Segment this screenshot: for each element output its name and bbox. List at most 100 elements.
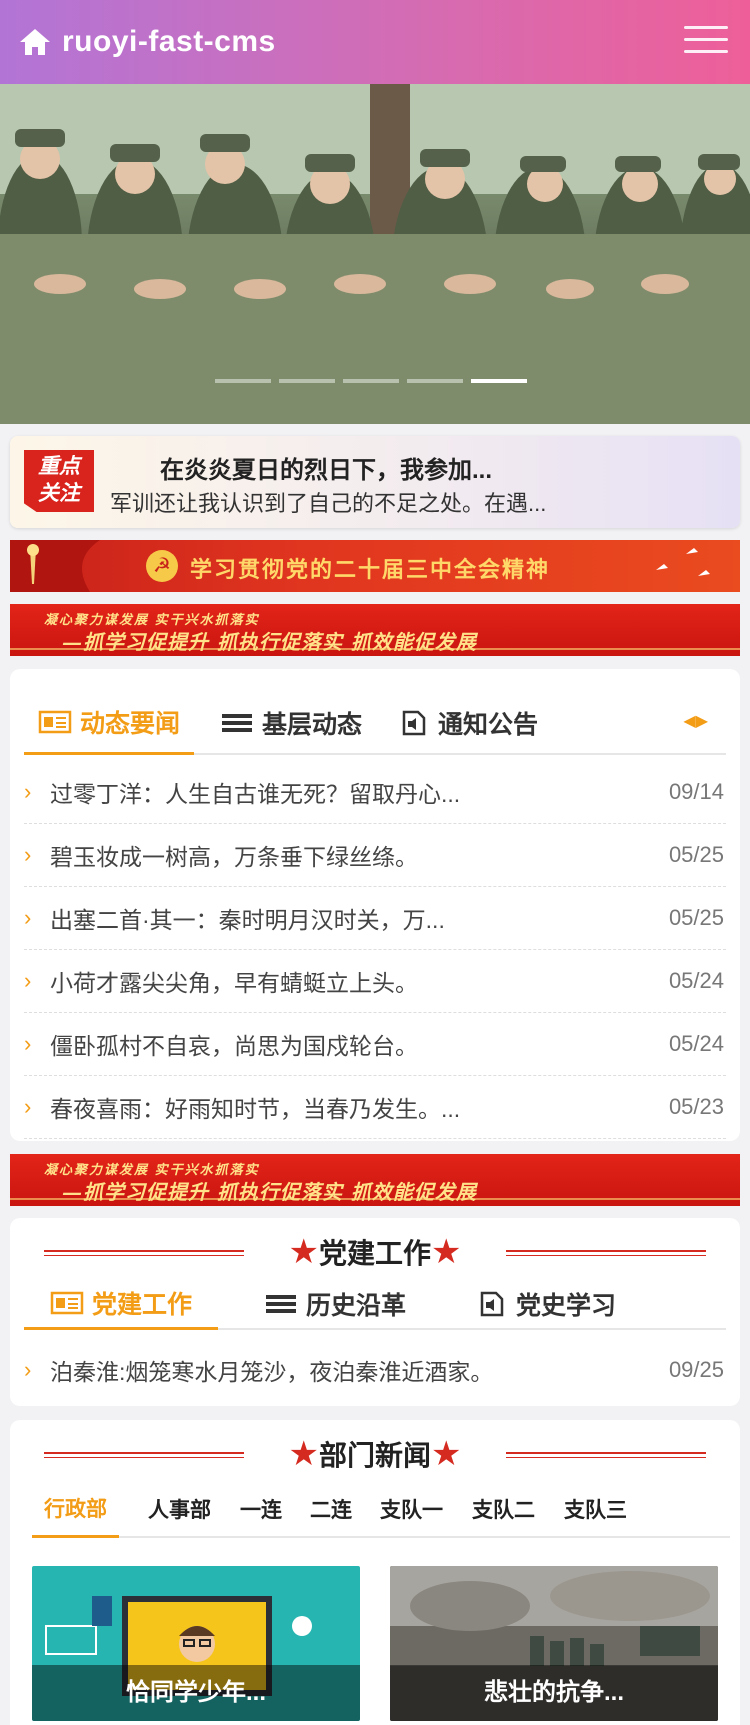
announcement-icon <box>480 1291 504 1317</box>
chevron-right-icon: › <box>24 968 32 993</box>
tab-hr-dept[interactable]: 人事部 <box>148 1480 211 1538</box>
tab-detachment-3[interactable]: 支队三 <box>564 1480 627 1538</box>
news-date: 05/25 <box>668 842 724 867</box>
doves-graphic <box>656 548 710 576</box>
star-icon: ★ <box>288 1233 319 1271</box>
hamburger-menu-icon[interactable] <box>684 26 728 56</box>
tab-notices[interactable]: 通知公告 <box>396 691 538 755</box>
section-title-text: 党建工作 <box>318 1238 431 1269</box>
section-title: ★党建工作★ <box>10 1232 740 1272</box>
news-row[interactable]: › 僵卧孤村不自哀，尚思为国戍轮台。 05/24 <box>24 1013 726 1076</box>
slogan-bottom: —抓学习促提升 抓执行促落实 抓效能促发展 <box>62 630 477 654</box>
tab-detachment-2[interactable]: 支队二 <box>472 1480 535 1538</box>
news-date: 09/25 <box>668 1356 724 1382</box>
tab-label: 基层动态 <box>262 711 363 739</box>
tab-company-2[interactable]: 二连 <box>310 1480 352 1538</box>
news-row[interactable]: › 春夜喜雨：好雨知时节，当春乃发生。... 05/23 <box>24 1076 726 1139</box>
party-emblem-icon: ☭ <box>146 550 178 582</box>
news-row[interactable]: › 出塞二首·其一：秦时明月汉时关，万... 05/25 <box>24 887 726 950</box>
home-icon[interactable] <box>18 27 52 57</box>
tab-party-building[interactable]: 党建工作 <box>24 1278 219 1330</box>
app-title[interactable]: ruoyi-fast-cms <box>62 25 276 59</box>
carousel-dot[interactable] <box>279 379 335 383</box>
tab-company-1[interactable]: 一连 <box>240 1480 282 1538</box>
slogan-banner[interactable]: 凝心聚力谋发展 实干兴水抓落实 —抓学习促提升 抓执行促落实 抓效能促发展 <box>10 604 740 656</box>
featured-title[interactable]: 在炎炎夏日的烈日下，我参加... <box>160 450 492 485</box>
slogan-banner-2[interactable]: 凝心聚力谋发展 实干兴水抓落实 —抓学习促提升 抓执行促落实 抓效能促发展 <box>10 1154 740 1206</box>
tab-label: 历史沿革 <box>306 1292 407 1320</box>
chevron-right-icon: › <box>24 842 32 867</box>
department-tabs: 行政部 人事部 一连 二连 支队一 支队二 支队三 <box>32 1480 730 1538</box>
chevron-right-icon: › <box>24 779 32 804</box>
department-news-panel: ★部门新闻★ 行政部 人事部 一连 二连 支队一 支队二 支队三 恰同学少年..… <box>10 1420 740 1725</box>
list-icon <box>222 714 252 732</box>
hero-carousel[interactable] <box>0 84 750 424</box>
tab-dynamic-news[interactable]: 动态要闻 <box>24 691 195 755</box>
dept-news-card[interactable]: 悲壮的抗争... <box>390 1566 718 1721</box>
party-tabs: 党建工作 历史沿革 党史学习 <box>24 1278 726 1330</box>
chevron-right-icon: › <box>24 905 32 930</box>
featured-badge: 重点 关注 <box>24 450 94 512</box>
star-icon: ★ <box>431 1435 462 1473</box>
chevron-right-icon: › <box>24 1031 32 1056</box>
tab-scroll-arrows[interactable]: ◀▶ <box>683 711 708 731</box>
news-title[interactable]: 小荷才露尖尖角，早有蜻蜓立上头。 <box>50 964 669 998</box>
flag-torch-graphic <box>10 540 100 592</box>
news-date: 05/24 <box>668 968 724 993</box>
news-list: › 过零丁洋：人生自古谁无死？留取丹心... 09/14 › 碧玉妆成一树高，万… <box>24 761 726 1139</box>
chevron-right-icon: › <box>24 1094 32 1119</box>
tab-admin-dept[interactable]: 行政部 <box>32 1480 119 1538</box>
news-title[interactable]: 泊秦淮:烟笼寒水月笼沙，夜泊秦淮近酒家。 <box>50 1353 669 1387</box>
news-date: 09/14 <box>668 779 724 804</box>
carousel-dot[interactable] <box>215 379 271 383</box>
tab-history[interactable]: 历史沿革 <box>264 1278 406 1330</box>
tab-label: 党史学习 <box>516 1292 617 1320</box>
news-title[interactable]: 出塞二首·其一：秦时明月汉时关，万... <box>50 901 669 935</box>
party-spirit-banner[interactable]: ☭ 学习贯彻党的二十届三中全会精神 <box>10 540 740 592</box>
card-caption: 悲壮的抗争... <box>390 1665 718 1721</box>
news-title[interactable]: 僵卧孤村不自哀，尚思为国戍轮台。 <box>50 1027 669 1061</box>
party-building-panel: ★党建工作★ 党建工作 历史沿革 党史学习 › 泊秦淮:烟笼寒水月笼沙，夜泊秦淮… <box>10 1218 740 1406</box>
chevron-right-icon: › <box>24 1356 32 1382</box>
tab-label: 动态要闻 <box>80 709 181 738</box>
news-title[interactable]: 春夜喜雨：好雨知时节，当春乃发生。... <box>50 1090 669 1124</box>
section-title: ★部门新闻★ <box>10 1434 740 1474</box>
newspaper-icon <box>50 1291 84 1314</box>
news-row[interactable]: › 泊秦淮:烟笼寒水月笼沙，夜泊秦淮近酒家。 09/25 <box>24 1338 726 1401</box>
news-title[interactable]: 过零丁洋：人生自古谁无死？留取丹心... <box>50 775 669 809</box>
tab-grassroots-news[interactable]: 基层动态 <box>220 691 362 755</box>
featured-article-card[interactable]: 重点 关注 在炎炎夏日的烈日下，我参加... 军训还让我认识到了自己的不足之处。… <box>10 436 740 528</box>
news-row[interactable]: › 过零丁洋：人生自古谁无死？留取丹心... 09/14 <box>24 761 726 824</box>
carousel-dot[interactable] <box>343 379 399 383</box>
badge-line-1: 重点 <box>38 455 80 478</box>
news-date: 05/24 <box>668 1031 724 1056</box>
dept-news-card[interactable]: 恰同学少年... <box>32 1566 360 1721</box>
carousel-indicators[interactable] <box>215 379 527 383</box>
tab-party-history-study[interactable]: 党史学习 <box>474 1278 616 1330</box>
news-row[interactable]: › 小荷才露尖尖角，早有蜻蜓立上头。 05/24 <box>24 950 726 1013</box>
section-heading: ★党建工作★ <box>10 1226 740 1276</box>
announcement-icon <box>402 710 426 736</box>
badge-line-2: 关注 <box>38 482 80 505</box>
news-tabs: 动态要闻 基层动态 通知公告 ◀▶ <box>24 691 726 755</box>
tab-detachment-1[interactable]: 支队一 <box>380 1480 443 1538</box>
newspaper-icon <box>38 710 72 733</box>
carousel-dot-active[interactable] <box>471 379 527 383</box>
section-title-text: 部门新闻 <box>318 1440 431 1471</box>
tab-label: 通知公告 <box>438 711 539 739</box>
news-row[interactable]: › 碧玉妆成一树高，万条垂下绿丝绦。 05/25 <box>24 824 726 887</box>
news-panel: 动态要闻 基层动态 通知公告 ◀▶ › 过零丁洋：人生自古谁无死？留取丹心...… <box>10 669 740 1141</box>
star-icon: ★ <box>288 1435 319 1473</box>
news-title[interactable]: 碧玉妆成一树高，万条垂下绿丝绦。 <box>50 838 669 872</box>
section-heading: ★部门新闻★ <box>10 1428 740 1478</box>
app-header: ruoyi-fast-cms <box>0 0 750 84</box>
carousel-dot[interactable] <box>407 379 463 383</box>
slogan-bottom: —抓学习促提升 抓执行促落实 抓效能促发展 <box>62 1180 477 1204</box>
featured-summary: 军训还让我认识到了自己的不足之处。在遇... <box>110 491 547 516</box>
party-spirit-text: 学习贯彻党的二十届三中全会精神 <box>190 557 551 583</box>
news-date: 05/25 <box>668 905 724 930</box>
list-icon <box>266 1295 296 1313</box>
party-news-list: › 泊秦淮:烟笼寒水月笼沙，夜泊秦淮近酒家。 09/25 <box>24 1338 726 1401</box>
card-caption: 恰同学少年... <box>32 1665 360 1721</box>
hero-image <box>0 84 750 424</box>
